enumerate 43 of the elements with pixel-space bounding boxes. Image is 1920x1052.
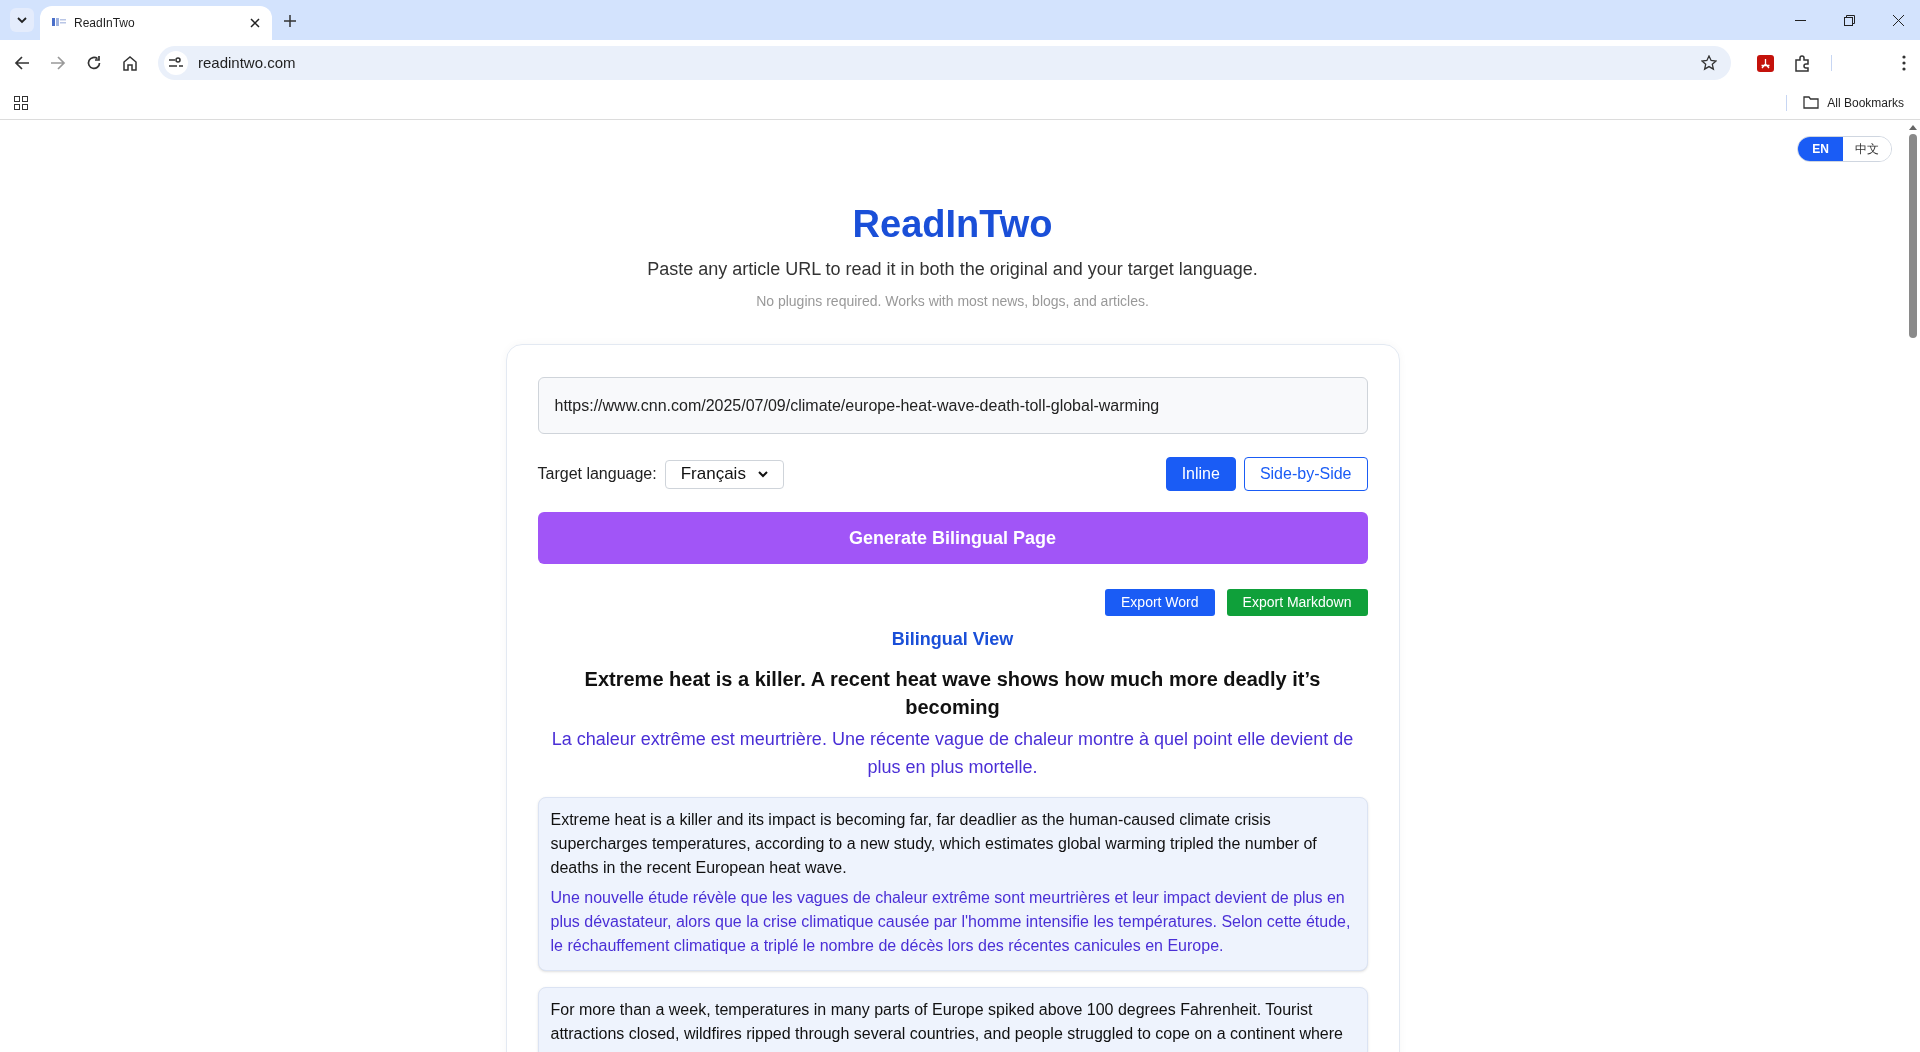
article-title: Extreme heat is a killer. A recent heat wave shows how much more deadly it’s becoming: [583, 667, 1322, 720]
puzzle-piece-icon[interactable]: [1794, 54, 1811, 72]
tab-list-button[interactable]: [10, 8, 34, 32]
view-mode-button[interactable]: Side-by-Side: [1243, 457, 1368, 491]
generate-button[interactable]: Generate Bilingual Page: [537, 512, 1368, 564]
subtitle: Paste any article URL to read it in both the original and your target language.: [647, 258, 1258, 281]
language-dropdown[interactable]: Français: [664, 459, 784, 489]
address-bar[interactable]: readintwo.com: [158, 46, 1731, 80]
back-arrow-icon[interactable]: [14, 55, 30, 71]
chevron-down-icon: [757, 470, 768, 478]
url-input-field[interactable]: https://www.cnn.com/2025/07/09/climate/europe-heat-wave-death-toll-global-warming: [537, 377, 1368, 434]
chevron-down-icon: [16, 14, 28, 26]
scrollbar-thumb[interactable]: [1908, 134, 1917, 338]
forward-arrow-icon[interactable]: [50, 55, 66, 71]
all-bookmarks-button[interactable]: All Bookmarks: [1803, 93, 1906, 112]
url-text: readintwo.com: [198, 52, 297, 73]
close-icon[interactable]: [1893, 14, 1904, 26]
original-paragraph: For more than a week, temperatures in many parts of Europe spiked above 100 degrees Fahrenheit. Tourist attractions closed, wildfires ripped through several countries, and people struggled to cope on a continent where: [550, 1000, 1344, 1044]
language-option[interactable]: EN: [1798, 137, 1843, 161]
new-tab-icon[interactable]: [284, 15, 296, 27]
site-settings-icon[interactable]: [164, 51, 188, 75]
reload-icon[interactable]: [86, 55, 102, 71]
translated-title: La chaleur extrême est meurtrière. Une récente vague de chaleur montre à quel point elle devient de plus en plus mortelle.: [550, 728, 1355, 779]
restore-icon[interactable]: [1844, 14, 1855, 26]
site-favicon-icon: [52, 17, 66, 29]
scroll-up-arrow-icon[interactable]: [1908, 124, 1917, 130]
star-icon[interactable]: [1701, 55, 1717, 71]
app-title: ReadInTwo: [852, 202, 1053, 247]
more-options-icon[interactable]: [1902, 55, 1906, 71]
home-icon[interactable]: [122, 55, 138, 71]
section-heading: Bilingual View: [890, 628, 1015, 651]
folder-icon: [1803, 96, 1820, 109]
translated-paragraph: Une nouvelle étude révèle que les vagues de chaleur extrême sont meurtrières et leur impact devient de plus en plus dévastateur, alors que la crise climatique causée par l'homme intensifie les températures. Selon cette étude, le réchauffement climatique a triplé le nombre de décès lors des récentes canicules en Europe.: [550, 888, 1352, 956]
browser-tab[interactable]: ReadInTwo: [40, 6, 272, 40]
export-button[interactable]: Export Word: [1105, 589, 1215, 616]
original-paragraph: Extreme heat is a killer and its impact is becoming far, far deadlier as the human-caused climate crisis supercharges temperatures, according to a new study, which estimates global warming tripled the number of deaths in the recent European heat wave.: [550, 810, 1318, 878]
apps-grid-icon[interactable]: [14, 95, 28, 110]
view-mode-button[interactable]: Inline: [1165, 457, 1236, 491]
pdf-extension-icon[interactable]: [1757, 54, 1774, 72]
close-icon[interactable]: [250, 18, 260, 28]
note-text: No plugins required. Works with most news, blogs, and articles.: [756, 292, 1149, 311]
target-language-label: Target language:: [537, 464, 657, 484]
tab-title: ReadInTwo: [74, 15, 136, 32]
